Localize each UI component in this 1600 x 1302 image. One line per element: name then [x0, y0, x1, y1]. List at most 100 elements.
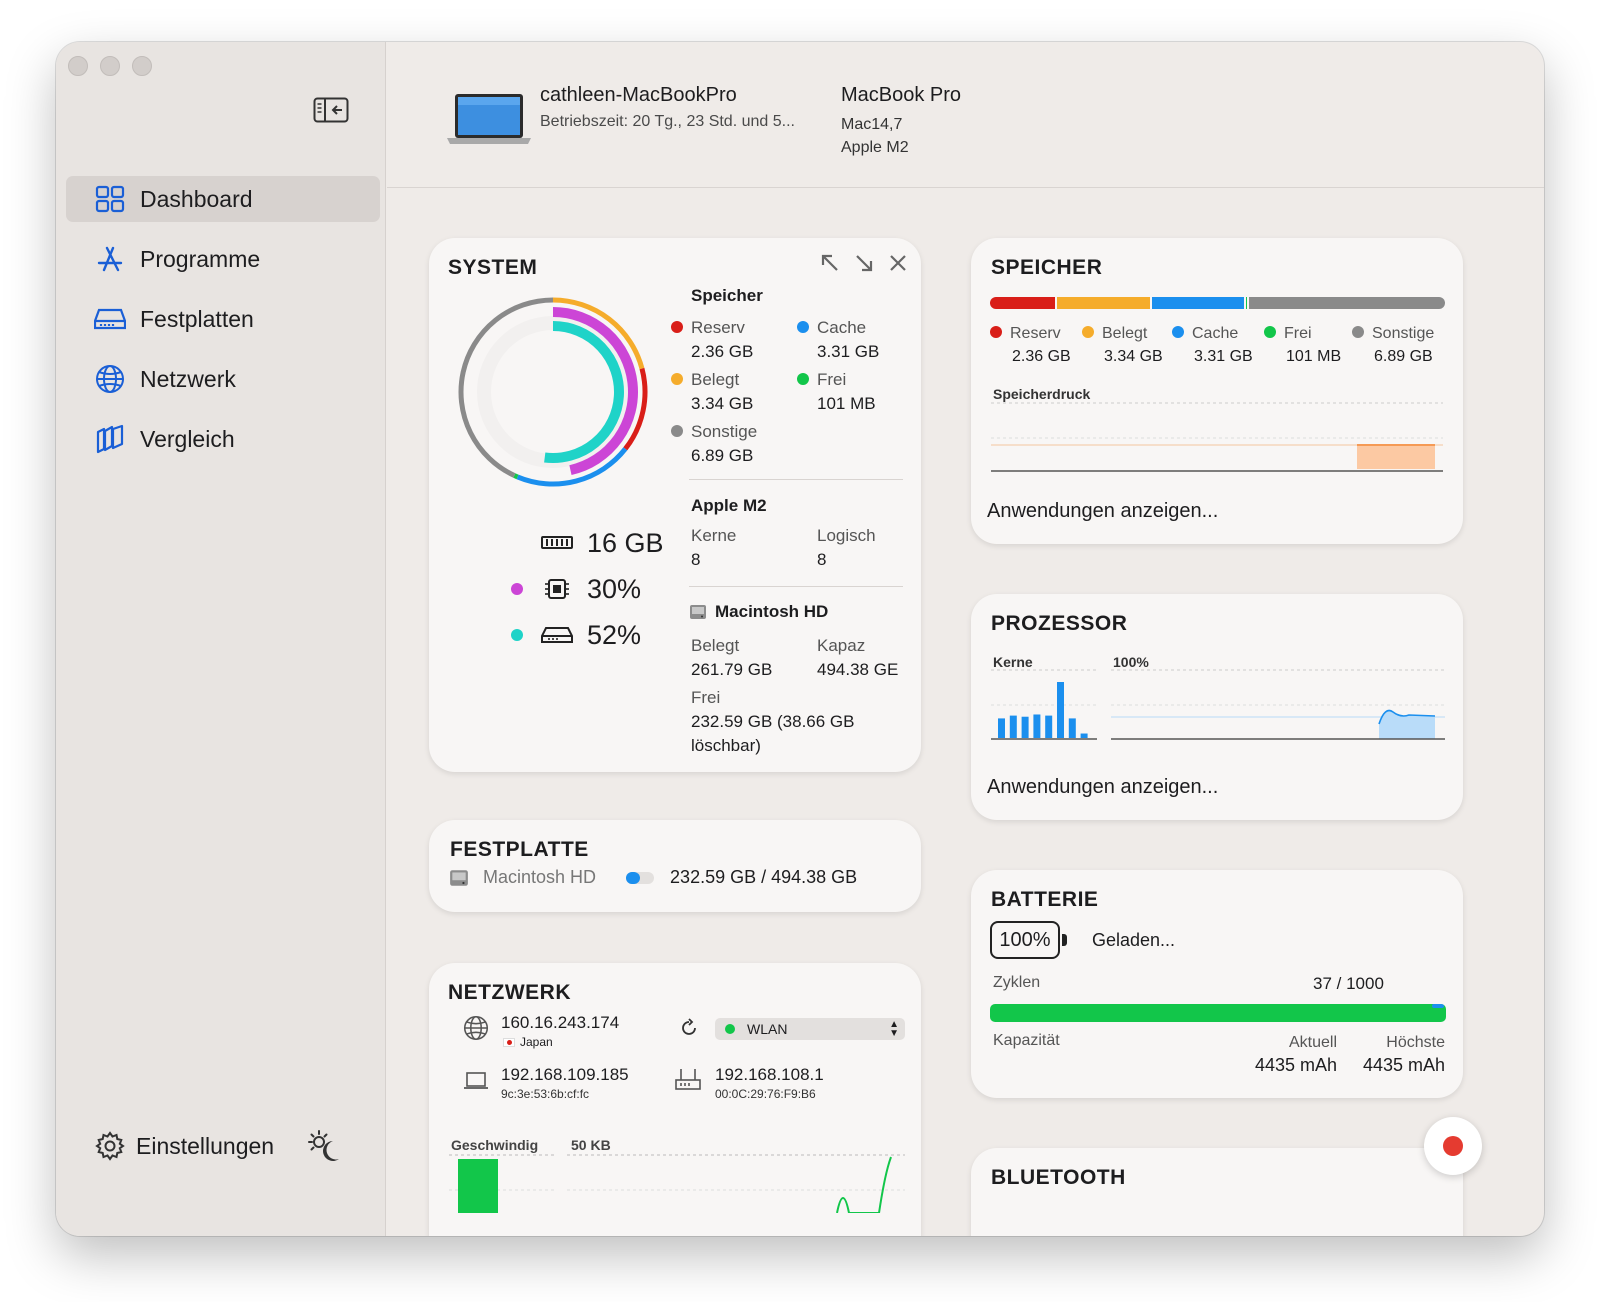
app-window: Dashboard Programme Festplatten Netzwerk	[56, 42, 1544, 1236]
legend-value: 3.34 GB	[691, 394, 754, 413]
memory-heading: Speicher	[691, 286, 763, 305]
interface-select[interactable]: WLAN ▲ ▼	[715, 1018, 905, 1040]
legend-value: 2.36 GB	[1012, 348, 1071, 365]
cpu-history-chart	[1111, 669, 1445, 740]
frei-dot	[797, 372, 809, 385]
legend-value: 6.89 GB	[691, 446, 754, 465]
bluetooth-title: BLUETOOTH	[991, 1166, 1126, 1189]
cpu-history-area	[1379, 710, 1435, 739]
capacity-label: Kapazität	[993, 1032, 1060, 1049]
close-icon[interactable]	[887, 252, 909, 274]
cache-dot	[1172, 325, 1184, 338]
compare-icon	[94, 423, 126, 455]
disk-percent: 52%	[587, 619, 642, 650]
pressure-label: Speicherdruck	[993, 386, 1091, 402]
battery-status: Geladen...	[1092, 930, 1176, 950]
pressure-area	[1357, 445, 1435, 469]
device-header: cathleen-MacBookPro Betriebszeit: 20 Tg.…	[387, 42, 1544, 188]
main-content: cathleen-MacBookPro Betriebszeit: 20 Tg.…	[387, 42, 1544, 1236]
system-ring-chart	[458, 297, 648, 487]
drive-icon	[94, 303, 126, 335]
batterie-title: BATTERIE	[991, 888, 1099, 911]
appearance-toggle-icon[interactable]	[306, 1128, 342, 1164]
sidebar-item-dashboard[interactable]: Dashboard	[66, 176, 380, 222]
cores-label: Kerne	[691, 526, 737, 545]
core-bar-6	[1057, 682, 1064, 738]
prozessor-card: PROZESSOR Kerne 100% Anwendungen anzeige…	[971, 594, 1463, 820]
speed-scale-label: 50 KB	[571, 1137, 611, 1153]
globe-icon	[94, 363, 126, 395]
belegt-dot	[671, 372, 683, 385]
chip-heading: Apple M2	[691, 496, 767, 515]
move-up-left-icon[interactable]	[819, 252, 841, 274]
move-down-right-icon[interactable]	[853, 252, 875, 274]
core-bar-5	[1045, 715, 1053, 738]
cpu-percent: 30%	[587, 573, 642, 604]
battery-capacity-bar	[990, 1004, 1446, 1022]
zoom-window-button[interactable]	[132, 56, 152, 76]
settings-label: Einstellungen	[136, 1132, 275, 1159]
flag-japan-icon	[503, 1037, 515, 1047]
system-title: SYSTEM	[448, 256, 538, 279]
refresh-icon[interactable]	[679, 1018, 699, 1038]
legend-value: 3.31 GB	[1194, 348, 1253, 365]
disk-name: Macintosh HD	[483, 867, 597, 887]
disk-free-value: 232.59 GB (38.66 GB löschbar)	[691, 712, 855, 755]
max-value: 4435 mAh	[1362, 1055, 1445, 1075]
sidebar-item-programme[interactable]: Programme	[66, 236, 380, 282]
speicher-title: SPEICHER	[991, 256, 1103, 279]
legend-value: 101 MB	[1286, 348, 1342, 365]
netzwerk-card: NETZWERK 160.16.243.174 Japan WLAN ▲ ▼ 19…	[429, 963, 921, 1236]
interface-value: WLAN	[747, 1021, 788, 1037]
legend-label: Sonstige	[1372, 325, 1435, 342]
sidebar-nav: Dashboard Programme Festplatten Netzwerk	[66, 176, 380, 476]
show-apps-link[interactable]: Anwendungen anzeigen...	[987, 500, 1218, 523]
core-bar-8	[1080, 733, 1088, 738]
record-icon	[1443, 1136, 1463, 1156]
max-label: Höchste	[1386, 1034, 1445, 1051]
show-apps-link[interactable]: Anwendungen anzeigen...	[987, 776, 1218, 799]
cpu-dot	[511, 582, 523, 595]
record-button[interactable]	[1424, 1117, 1482, 1175]
sidebar-item-netzwerk[interactable]: Netzwerk	[66, 356, 380, 402]
sidebar-item-festplatten[interactable]: Festplatten	[66, 296, 380, 342]
model-id: Mac14,7	[841, 116, 903, 133]
minimize-window-button[interactable]	[100, 56, 120, 76]
core-bar-4	[1033, 714, 1041, 738]
country: Japan	[520, 1035, 553, 1049]
disk-capacity-value: 494.38 GE	[817, 660, 899, 679]
settings-button[interactable]: Einstellungen	[94, 1130, 274, 1162]
hard-drive-icon	[690, 605, 706, 619]
netzwerk-title: NETZWERK	[448, 981, 571, 1004]
sidebar-item-label: Programme	[140, 245, 261, 272]
legend-label: Frei	[1284, 325, 1312, 342]
sonstige-dot	[1352, 325, 1364, 338]
legend-label: Reserv	[691, 318, 745, 337]
disk-used-label: Belegt	[691, 636, 740, 655]
legend-label: Reserv	[1010, 325, 1061, 342]
cycles-marker	[1432, 1004, 1444, 1008]
speed-bar	[458, 1159, 498, 1213]
sidebar-toggle-icon[interactable]	[313, 97, 349, 123]
legend-value: 6.89 GB	[1374, 348, 1433, 365]
frei-dot	[1264, 325, 1276, 338]
batterie-card: BATTERIE 100% Geladen... Zyklen 37 / 100…	[971, 870, 1463, 1098]
sidebar-item-label: Vergleich	[140, 425, 235, 452]
memory-total: 16 GB	[587, 527, 664, 558]
sidebar-item-label: Dashboard	[140, 185, 253, 212]
logical-label: Logisch	[817, 526, 876, 545]
core-load-chart	[991, 669, 1097, 740]
memory-segment-belegt	[1056, 297, 1152, 309]
festplatte-card: FESTPLATTE Macintosh HD 232.59 GB / 494.…	[429, 820, 921, 912]
sonstige-dot	[671, 424, 683, 437]
prozessor-title: PROZESSOR	[991, 612, 1128, 635]
legend-label: Frei	[817, 370, 847, 389]
core-bar-7	[1068, 718, 1076, 738]
uptime: Betriebszeit: 20 Tg., 23 Std. und 5...	[540, 113, 795, 130]
sidebar-item-vergleich[interactable]: Vergleich	[66, 416, 380, 462]
disk-usage: 232.59 GB / 494.38 GB	[670, 867, 858, 887]
legend-label: Belegt	[691, 370, 740, 389]
close-window-button[interactable]	[68, 56, 88, 76]
grid-icon	[94, 183, 126, 215]
gear-icon	[95, 1131, 125, 1161]
